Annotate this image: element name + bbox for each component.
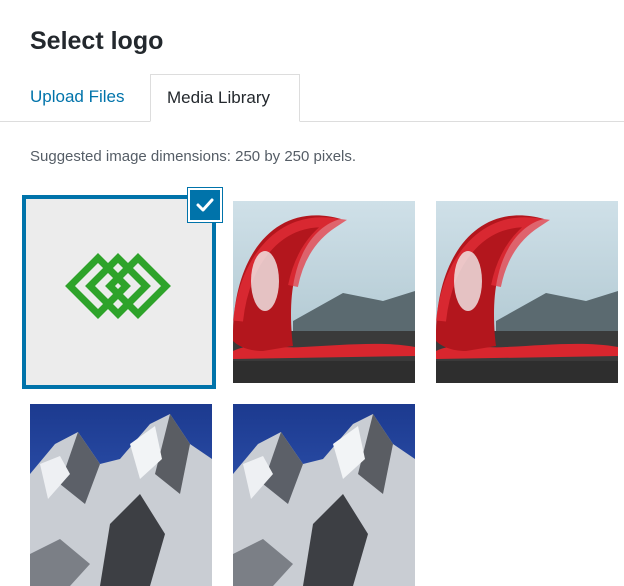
logo-icon — [26, 199, 212, 385]
mountain-image — [30, 404, 212, 586]
lava-image — [436, 201, 618, 383]
mountain-image — [233, 404, 415, 586]
attachment-mountain-2[interactable] — [233, 404, 415, 586]
attachment-logo-selected[interactable] — [22, 195, 216, 389]
tab-upload-files[interactable]: Upload Files — [30, 74, 125, 120]
lava-image — [233, 201, 415, 383]
attachment-lava-1[interactable] — [233, 201, 415, 383]
modal-title: Select logo — [30, 27, 164, 55]
media-router-tabs: Upload Files Media Library — [0, 74, 624, 122]
attachment-lava-2[interactable] — [436, 201, 618, 383]
selected-check-icon[interactable] — [188, 188, 222, 222]
attachment-mountain-1[interactable] — [30, 404, 212, 586]
tab-media-library[interactable]: Media Library — [150, 74, 300, 122]
image-dimensions-hint: Suggested image dimensions: 250 by 250 p… — [30, 148, 357, 165]
